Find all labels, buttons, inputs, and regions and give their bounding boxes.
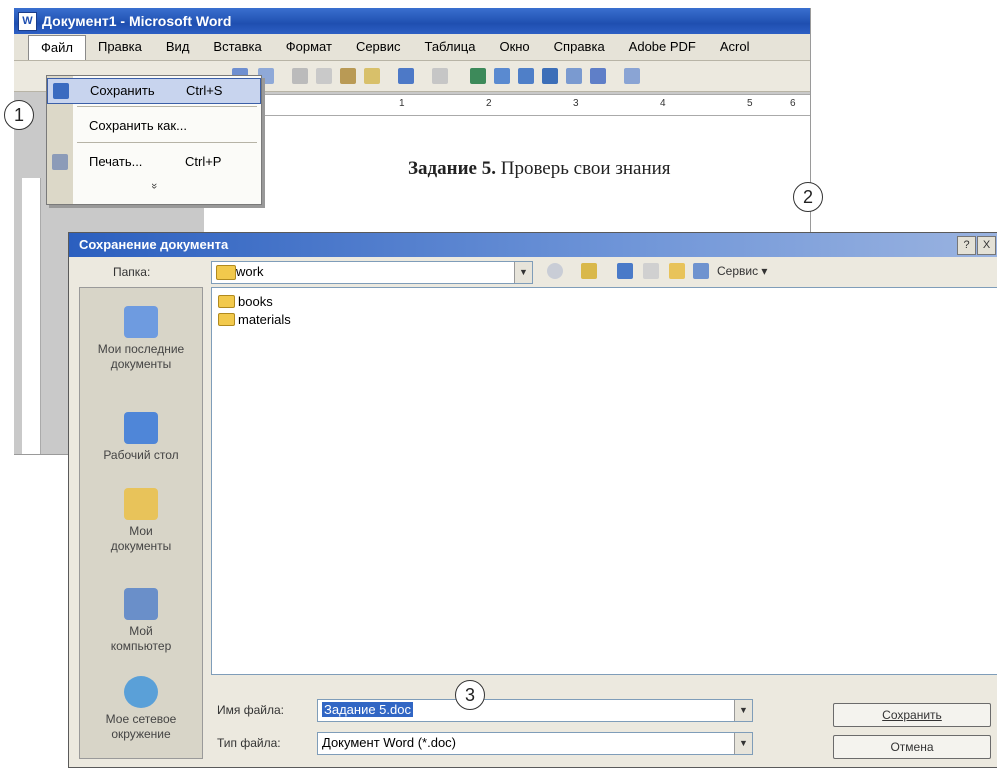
- format-painter-icon[interactable]: [364, 68, 380, 84]
- folder-value: work: [236, 264, 264, 279]
- menu-file[interactable]: Файл: [28, 34, 86, 60]
- ruler-mark: 5: [747, 98, 753, 109]
- folder-label: Папка:: [113, 265, 151, 279]
- delete-icon[interactable]: [643, 263, 659, 279]
- expand-menu-chevron-icon[interactable]: »: [148, 183, 160, 189]
- back-icon[interactable]: [547, 263, 563, 279]
- dialog-help-button[interactable]: ?: [957, 236, 976, 255]
- hyperlink-icon[interactable]: [470, 68, 486, 84]
- place-my-computer[interactable]: Мой компьютер: [80, 588, 202, 654]
- redo-icon[interactable]: [432, 68, 448, 84]
- place-recent-documents[interactable]: Мои последние документы: [80, 306, 202, 372]
- list-item-folder[interactable]: books: [218, 294, 273, 310]
- folder-combo[interactable]: work ▼: [211, 261, 533, 284]
- file-list[interactable]: books materials: [211, 287, 997, 675]
- word-title: Документ1 - Microsoft Word: [42, 13, 232, 29]
- cut-icon[interactable]: [292, 68, 308, 84]
- menu-edit[interactable]: Правка: [86, 34, 154, 60]
- desktop-icon: [124, 412, 158, 444]
- chevron-down-icon[interactable]: ▼: [734, 700, 752, 721]
- menu-item-save-as[interactable]: Сохранить как...: [47, 114, 261, 138]
- callout-1: 1: [4, 100, 34, 130]
- place-my-documents[interactable]: Мои документы: [80, 488, 202, 554]
- callout-2: 2: [793, 182, 823, 212]
- file-menu-dropdown: Сохранить Ctrl+S Сохранить как... Печать…: [46, 75, 262, 205]
- ruler-mark: 1: [399, 98, 405, 109]
- search-web-icon[interactable]: [617, 263, 633, 279]
- menu-insert[interactable]: Вставка: [201, 34, 273, 60]
- tables-borders-icon[interactable]: [494, 68, 510, 84]
- menu-item-print[interactable]: Печать... Ctrl+P: [47, 150, 261, 174]
- menu-window[interactable]: Окно: [487, 34, 541, 60]
- chevron-down-icon[interactable]: ▼: [514, 262, 532, 283]
- dialog-titlebar: Сохранение документа: [69, 233, 997, 257]
- ruler-mark: 6: [790, 98, 796, 109]
- printer-icon: [52, 154, 68, 170]
- copy-icon[interactable]: [316, 68, 332, 84]
- ruler-mark: 2: [486, 98, 492, 109]
- word-titlebar: W Документ1 - Microsoft Word: [14, 8, 810, 34]
- place-network[interactable]: Мое сетевое окружение: [80, 676, 202, 742]
- chevron-down-icon[interactable]: ▼: [734, 733, 752, 754]
- places-bar: Мои последние документы Рабочий стол Мои…: [79, 287, 203, 759]
- word-app-icon: W: [18, 12, 37, 31]
- save-dialog: Сохранение документа ? X Папка: work ▼ С…: [68, 232, 997, 768]
- cancel-button[interactable]: Отмена: [833, 735, 991, 759]
- up-folder-icon[interactable]: [581, 263, 597, 279]
- menu-adobe-pdf[interactable]: Adobe PDF: [617, 34, 708, 60]
- callout-3: 3: [455, 680, 485, 710]
- insert-table-icon[interactable]: [518, 68, 534, 84]
- filetype-value: Документ Word (*.doc): [322, 735, 457, 750]
- heading-bold: Задание 5.: [408, 158, 496, 179]
- horizontal-ruler: 1 2 3 4 5 6: [204, 94, 810, 116]
- menu-view[interactable]: Вид: [154, 34, 202, 60]
- list-item-folder[interactable]: materials: [218, 312, 291, 328]
- service-dropdown[interactable]: Сервис ▾: [717, 264, 767, 278]
- menu-table[interactable]: Таблица: [412, 34, 487, 60]
- menu-acrobat[interactable]: Acrol: [708, 34, 762, 60]
- folder-icon: [216, 265, 236, 280]
- ruler-mark: 3: [573, 98, 579, 109]
- place-desktop[interactable]: Рабочий стол: [80, 412, 202, 463]
- insert-excel-icon[interactable]: [542, 68, 558, 84]
- word-menubar: Файл Правка Вид Вставка Формат Сервис Та…: [14, 34, 810, 61]
- filename-label: Имя файла:: [217, 703, 284, 717]
- recent-documents-icon: [124, 306, 158, 338]
- views-icon[interactable]: [693, 263, 709, 279]
- vertical-ruler: [22, 178, 41, 454]
- menu-item-save[interactable]: Сохранить Ctrl+S: [47, 78, 261, 104]
- folder-icon: [218, 295, 235, 309]
- folder-icon: [218, 313, 235, 327]
- heading-rest: Проверь свои знания: [495, 158, 671, 179]
- filename-field[interactable]: Задание 5.doc ▼: [317, 699, 753, 722]
- ruler-mark: 4: [660, 98, 666, 109]
- dialog-title: Сохранение документа: [79, 237, 229, 252]
- paste-icon[interactable]: [340, 68, 356, 84]
- menu-format[interactable]: Формат: [274, 34, 344, 60]
- drawing-icon[interactable]: [590, 68, 606, 84]
- my-computer-icon: [124, 588, 158, 620]
- undo-icon[interactable]: [398, 68, 414, 84]
- columns-icon[interactable]: [566, 68, 582, 84]
- network-icon: [124, 676, 158, 708]
- filename-value: Задание 5.doc: [322, 702, 413, 717]
- document-map-icon[interactable]: [624, 68, 640, 84]
- floppy-disk-icon: [53, 83, 69, 99]
- filetype-label: Тип файла:: [217, 736, 281, 750]
- save-button[interactable]: Сохранить: [833, 703, 991, 727]
- menu-service[interactable]: Сервис: [344, 34, 413, 60]
- filetype-select[interactable]: Документ Word (*.doc) ▼: [317, 732, 753, 755]
- new-folder-icon[interactable]: [669, 263, 685, 279]
- dialog-close-button[interactable]: X: [977, 236, 996, 255]
- document-heading: Задание 5. Проверь свои знания: [408, 158, 671, 180]
- my-documents-icon: [124, 488, 158, 520]
- menu-help[interactable]: Справка: [542, 34, 617, 60]
